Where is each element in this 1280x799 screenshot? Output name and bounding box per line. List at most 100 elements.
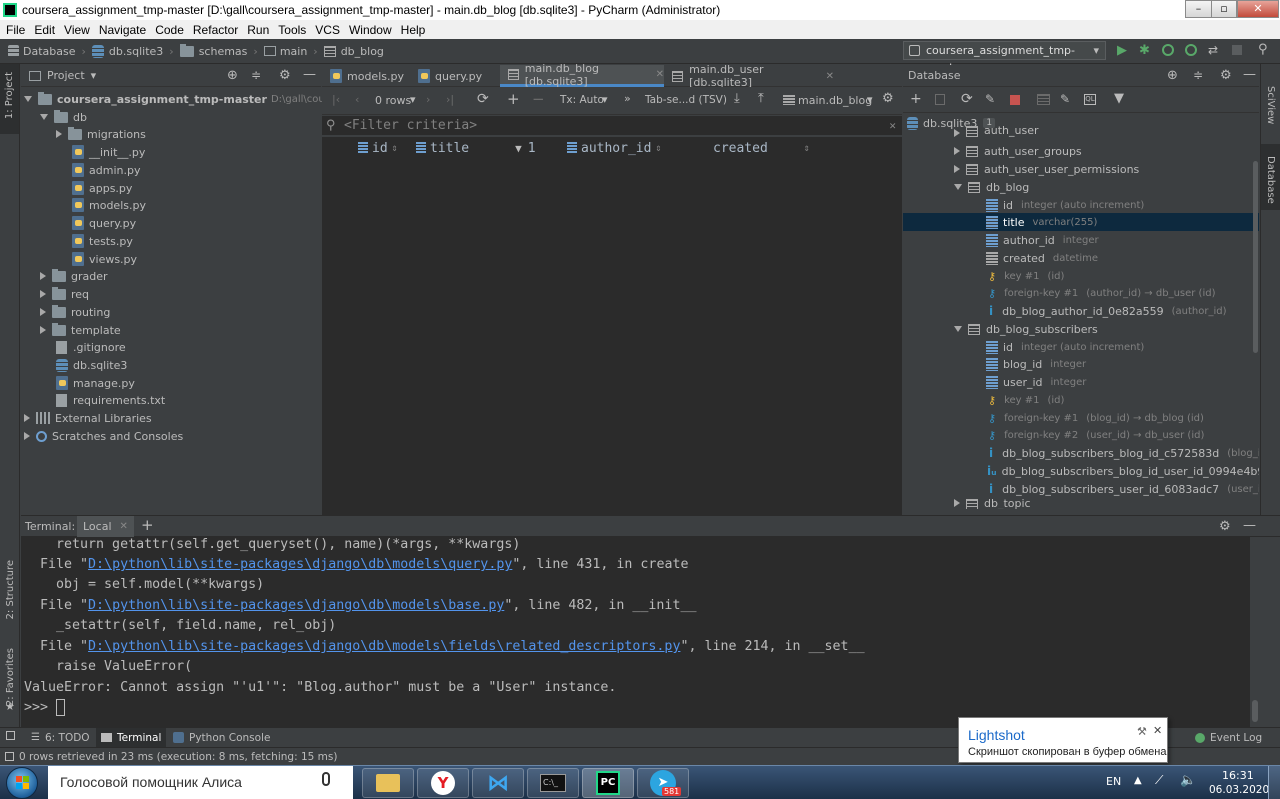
db-item-subscribers-index-user[interactable]: i db_blog_subscribers_user_id_6083adc7 (us… <box>989 480 1259 498</box>
menu-file[interactable]: File <box>6 23 25 37</box>
tree-item-req[interactable]: req <box>40 285 89 303</box>
clear-filter-icon[interactable]: ✕ <box>889 116 896 136</box>
db-item-subscribers-key[interactable]: ⚷ key #1 (id) <box>988 391 1064 409</box>
tree-item-template[interactable]: template <box>40 321 121 339</box>
column-header-title[interactable]: title ▼ 1 <box>416 137 558 159</box>
table-editor-icon[interactable] <box>1037 94 1050 105</box>
tree-root[interactable]: coursera_assignment_tmp-master D:\gall\c… <box>24 90 372 108</box>
sort-icon[interactable]: ⇕ <box>392 143 398 154</box>
sort-descending-icon[interactable]: ▼ <box>515 142 522 155</box>
menu-code[interactable]: Code <box>155 23 184 37</box>
tree-item-db-sqlite3[interactable]: db.sqlite3 <box>56 356 127 374</box>
transaction-mode-selector[interactable]: Tx: Auto <box>560 94 604 106</box>
profile-icon[interactable] <box>1185 44 1197 56</box>
db-item-subscribers-foreign-key-2[interactable]: ⚷ foreign-key #2 (user_id) → db_user (id) <box>988 426 1204 444</box>
tree-item-models-py[interactable]: models.py <box>72 196 146 214</box>
refresh-icon[interactable]: ⟳ <box>477 91 489 107</box>
tree-item-grader[interactable]: grader <box>40 267 108 285</box>
debug-icon[interactable]: ✱ <box>1139 43 1150 58</box>
upload-icon[interactable]: ⤒ <box>758 91 764 106</box>
tab-models-py[interactable]: models.py <box>322 65 410 87</box>
coverage-icon[interactable] <box>1162 44 1174 56</box>
todo-tool-button[interactable]: ☰ 6: TODO <box>26 728 95 747</box>
gear-icon[interactable]: ⚙ <box>1220 68 1232 83</box>
menu-run[interactable]: Run <box>247 23 269 37</box>
concurrency-icon[interactable]: ⇄ <box>1208 43 1218 57</box>
db-item-db-blog-foreign-key[interactable]: ⚷ foreign-key #1 (author_id) → db_user (id… <box>988 284 1215 302</box>
structure-tool-label[interactable]: 2: Structure <box>5 560 16 619</box>
file-link[interactable]: D:\python\lib\site-packages\django\db\mo… <box>88 557 512 572</box>
clock-date[interactable]: 06.03.2020 <box>1209 784 1269 796</box>
tree-item-routing[interactable]: routing <box>40 303 110 321</box>
minimize-button[interactable]: – <box>1185 0 1212 18</box>
alice-search-box[interactable]: Голосовой помощник Алиса <box>48 766 353 799</box>
db-item-subscribers-foreign-key-1[interactable]: ⚷ foreign-key #1 (blog_id) → db_blog (id) <box>988 409 1204 427</box>
python-console-tool-button[interactable]: Python Console <box>168 728 275 747</box>
toggle-tool-windows-icon[interactable] <box>6 731 15 740</box>
maximize-button[interactable]: ▫ <box>1211 0 1237 18</box>
file-link[interactable]: D:\python\lib\site-packages\django\db\mo… <box>88 598 504 613</box>
menu-navigate[interactable]: Navigate <box>99 23 146 37</box>
tree-item-gitignore[interactable]: .gitignore <box>56 338 126 356</box>
taskbar-app-explorer[interactable] <box>362 768 414 798</box>
db-item-db-blog-subscribers[interactable]: db_blog_subscribers <box>954 320 1098 338</box>
column-header-author-id[interactable]: author_id ⇕ <box>567 137 702 159</box>
db-item-db-blog[interactable]: db_blog <box>954 178 1029 196</box>
sciview-tool-label[interactable]: SciView <box>1265 86 1276 124</box>
close-window-button[interactable]: ✕ <box>1237 0 1279 18</box>
db-item-subscribers-user-id[interactable]: user_id integer <box>986 373 1086 391</box>
file-link[interactable]: D:\python\lib\site-packages\django\db\mo… <box>88 639 680 654</box>
db-item-db-blog-id[interactable]: id integer (auto increment) <box>986 196 1144 214</box>
refresh-icon[interactable]: ⟳ <box>961 91 973 107</box>
project-tool-button[interactable]: 1: Project <box>0 64 19 134</box>
column-header-id[interactable]: id ⇕ <box>358 137 413 159</box>
db-item-db-blog-title[interactable]: title varchar(255) <box>986 213 1097 231</box>
taskbar-app-vscode[interactable]: ⋈ <box>472 768 524 798</box>
rows-count-selector[interactable]: 0 rows <box>375 94 411 107</box>
close-tab-icon[interactable]: ✕ <box>826 71 834 82</box>
first-page-icon[interactable]: |‹ <box>332 93 340 106</box>
stop-icon[interactable] <box>1010 95 1020 105</box>
table-selector[interactable]: main.db_blog <box>798 94 872 107</box>
gear-icon[interactable]: ⚙ <box>279 68 291 83</box>
breadcrumb-db-sqlite3[interactable]: db.sqlite3 <box>109 45 163 58</box>
db-item-subscribers-blog-id[interactable]: blog_id integer <box>986 355 1086 373</box>
run-configuration-selector[interactable]: coursera_assignment_tmp-master ▾ <box>903 41 1106 74</box>
tree-item-query-py[interactable]: query.py <box>72 214 136 232</box>
taskbar-app-yandex-browser[interactable]: Y <box>417 768 469 798</box>
filter-icon[interactable]: ▼ <box>1114 91 1124 106</box>
tree-item-views-py[interactable]: views.py <box>72 250 137 268</box>
start-button[interactable] <box>6 767 38 799</box>
breadcrumb-database[interactable]: Database <box>23 45 76 58</box>
network-icon[interactable]: ⟋ <box>1155 773 1163 788</box>
taskbar-app-telegram[interactable]: ➤ 581 <box>637 768 689 798</box>
show-desktop-button[interactable] <box>1268 766 1280 799</box>
db-item-subscribers-unique-index[interactable]: iᵤ db_blog_subscribers_blog_id_user_id_09… <box>987 462 1259 480</box>
tree-item-apps-py[interactable]: apps.py <box>72 179 132 197</box>
tree-item-requirements-txt[interactable]: requirements.txt <box>56 391 165 409</box>
db-item-auth-user-user-permissions[interactable]: auth_user_user_permissions <box>954 160 1139 178</box>
next-page-icon[interactable]: › <box>426 93 430 106</box>
vertical-scrollbar[interactable] <box>1253 161 1258 353</box>
breadcrumb-db-blog[interactable]: db_blog <box>341 45 384 58</box>
sort-icon[interactable]: ⇕ <box>655 143 661 154</box>
menu-edit[interactable]: Edit <box>34 23 55 37</box>
locate-icon[interactable]: ⊕ <box>1167 68 1178 83</box>
db-item-auth-user[interactable]: auth_user <box>954 125 1039 137</box>
menu-vcs[interactable]: VCS <box>315 23 340 37</box>
more-icon[interactable]: » <box>624 92 631 105</box>
tree-item-manage-py[interactable]: manage.py <box>56 374 135 392</box>
export-format-selector[interactable]: Tab-se...d (TSV) <box>645 94 727 106</box>
event-log-tool-button[interactable]: Event Log <box>1190 728 1267 747</box>
stop-icon[interactable] <box>1232 45 1242 55</box>
delete-row-icon[interactable]: − <box>532 90 545 108</box>
sort-icon[interactable]: ⇕ <box>804 143 810 154</box>
volume-icon[interactable]: 🔈 <box>1180 773 1196 788</box>
db-item-db-blog-index[interactable]: i db_blog_author_id_0e82a559 (author_id) <box>989 302 1227 320</box>
chevron-down-icon[interactable]: ▾ <box>91 69 97 82</box>
tree-item-admin-py[interactable]: admin.py <box>72 161 140 179</box>
db-item-subscribers-id[interactable]: id integer (auto increment) <box>986 338 1144 356</box>
sql-console-icon[interactable]: QL <box>1084 94 1096 105</box>
terminal-output[interactable]: return getattr(self.get_queryset(), name… <box>21 537 1258 727</box>
microphone-icon[interactable] <box>322 772 330 786</box>
